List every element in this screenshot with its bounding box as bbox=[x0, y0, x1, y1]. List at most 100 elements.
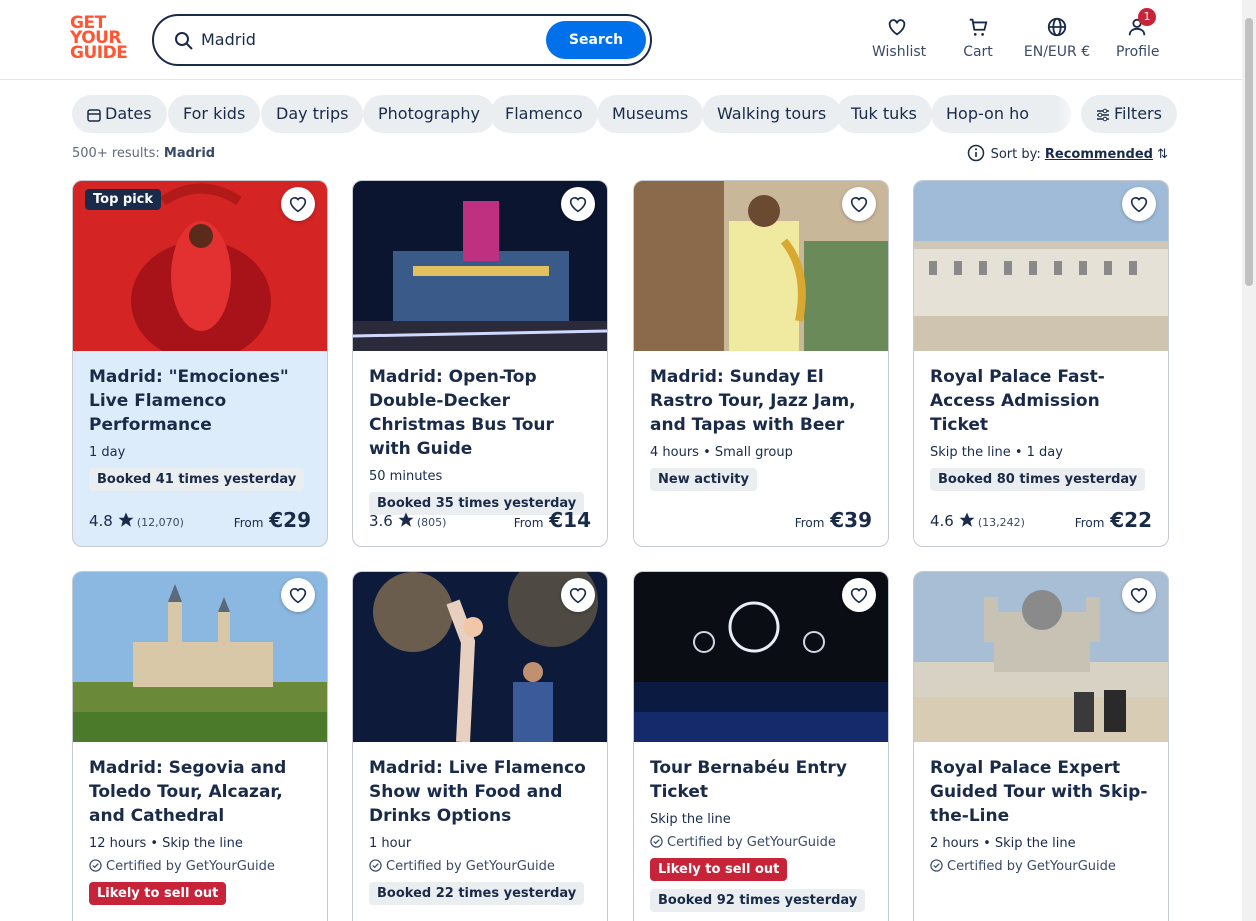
activity-title[interactable]: Madrid: "Emociones" Live Flamenco Perfor… bbox=[89, 365, 317, 437]
heart-icon bbox=[569, 588, 587, 604]
sort-control[interactable]: Sort by: Recommended ⇅ bbox=[967, 144, 1168, 162]
activity-card[interactable]: Madrid: Live Flamenco Show with Food and… bbox=[352, 571, 608, 921]
nav-cart-label: Cart bbox=[963, 44, 993, 60]
nav-language-currency[interactable]: EN/EUR € bbox=[1023, 16, 1091, 66]
wishlist-heart-button[interactable] bbox=[842, 187, 876, 221]
getyourguide-logo[interactable]: GET YOUR GUIDE bbox=[70, 15, 132, 66]
activity-title[interactable]: Royal Palace Expert Guided Tour with Ski… bbox=[930, 756, 1158, 828]
certified-label: Certified by GetYourGuide bbox=[89, 859, 317, 874]
chip-dates[interactable]: Dates bbox=[72, 95, 167, 133]
wishlist-heart-button[interactable] bbox=[1122, 187, 1156, 221]
activity-image bbox=[634, 181, 888, 351]
activity-image bbox=[914, 181, 1168, 351]
chip-flamenco[interactable]: Flamenco bbox=[490, 95, 598, 133]
booked-count-pill: Booked 41 times yesterday bbox=[89, 468, 305, 491]
rating: 4.6 (13,242) bbox=[930, 511, 1025, 530]
rating: 3.6 (805) bbox=[369, 511, 446, 530]
heart-icon bbox=[850, 588, 868, 604]
activity-image bbox=[634, 572, 888, 742]
nav-profile-label: Profile bbox=[1116, 44, 1160, 60]
booked-count-pill: Booked 92 times yesterday bbox=[650, 889, 866, 912]
star-icon bbox=[398, 512, 414, 527]
header: GET YOUR GUIDE Madrid Search Wishlist Ca… bbox=[0, 0, 1256, 80]
activity-title[interactable]: Royal Palace Fast-Access Admission Ticke… bbox=[930, 365, 1158, 437]
activity-title[interactable]: Madrid: Live Flamenco Show with Food and… bbox=[369, 756, 597, 828]
activity-card[interactable]: Tour Bernabéu Entry Ticket Skip the line… bbox=[633, 571, 889, 921]
review-count: (805) bbox=[416, 516, 447, 529]
price-from-label: From bbox=[1074, 516, 1105, 530]
activity-title[interactable]: Madrid: Sunday El Rastro Tour, Jazz Jam,… bbox=[650, 365, 878, 437]
review-count: (13,242) bbox=[977, 516, 1025, 529]
activity-card[interactable]: Top pick Madrid: "Emociones" Live Flamen… bbox=[72, 180, 328, 547]
filter-icon bbox=[1097, 108, 1109, 122]
activity-card[interactable]: Madrid: Open-Top Double-Decker Christmas… bbox=[352, 180, 608, 547]
heart-icon bbox=[888, 19, 906, 36]
activity-image bbox=[914, 572, 1168, 742]
activity-title[interactable]: Tour Bernabéu Entry Ticket bbox=[650, 756, 878, 804]
filters-button[interactable]: Filters bbox=[1081, 95, 1177, 133]
wishlist-heart-button[interactable] bbox=[842, 578, 876, 612]
page-scrollbar[interactable] bbox=[1242, 0, 1256, 921]
activity-card[interactable]: Royal Palace Expert Guided Tour with Ski… bbox=[913, 571, 1169, 921]
activity-image bbox=[353, 181, 607, 351]
activity-card[interactable]: Madrid: Segovia and Toledo Tour, Alcazar… bbox=[72, 571, 328, 921]
cart-icon bbox=[969, 18, 988, 36]
chip-label: Flamenco bbox=[505, 104, 583, 123]
wishlist-heart-button[interactable] bbox=[561, 578, 595, 612]
chip-walking-tours[interactable]: Walking tours bbox=[702, 95, 842, 133]
booked-count-pill: Booked 80 times yesterday bbox=[930, 468, 1146, 491]
certified-text: Certified by GetYourGuide bbox=[386, 859, 555, 874]
certified-label: Certified by GetYourGuide bbox=[930, 859, 1158, 874]
calendar-icon bbox=[87, 109, 101, 122]
wishlist-heart-button[interactable] bbox=[561, 187, 595, 221]
activity-meta: 1 hour bbox=[369, 836, 412, 851]
price: From €22 bbox=[1075, 508, 1152, 532]
chip-label: Day trips bbox=[276, 104, 349, 123]
results-query: Madrid bbox=[163, 146, 216, 161]
wishlist-heart-button[interactable] bbox=[1122, 578, 1156, 612]
activity-card[interactable]: Madrid: Sunday El Rastro Tour, Jazz Jam,… bbox=[633, 180, 889, 547]
certified-check-icon bbox=[930, 859, 943, 872]
scrollbar-thumb[interactable] bbox=[1245, 18, 1253, 286]
category-chips: Dates For kids Day trips Photography Fla… bbox=[72, 95, 1177, 133]
activity-meta: Skip the line bbox=[650, 812, 731, 827]
rating-value: 3.6 bbox=[369, 512, 393, 530]
nav-profile[interactable]: 1 Profile bbox=[1116, 8, 1160, 66]
wishlist-heart-button[interactable] bbox=[281, 187, 315, 221]
rating: 4.8 (12,070) bbox=[89, 511, 184, 530]
search-button[interactable]: Search bbox=[546, 21, 646, 59]
search-input[interactable]: Madrid bbox=[201, 30, 256, 49]
chip-photography[interactable]: Photography bbox=[363, 95, 495, 133]
nav-wishlist[interactable]: Wishlist bbox=[872, 16, 926, 66]
activity-title[interactable]: Madrid: Segovia and Toledo Tour, Alcazar… bbox=[89, 756, 317, 828]
top-pick-badge: Top pick bbox=[85, 189, 162, 210]
chip-day-trips[interactable]: Day trips bbox=[261, 95, 364, 133]
price-from-label: From bbox=[233, 516, 264, 530]
wishlist-heart-button[interactable] bbox=[281, 578, 315, 612]
chip-hop-on-hop-off[interactable]: Hop-on ho bbox=[931, 95, 1071, 133]
activity-image: Top pick bbox=[73, 181, 327, 351]
search-bar[interactable]: Madrid Search bbox=[152, 14, 652, 66]
likely-to-sell-out-pill: Likely to sell out bbox=[650, 858, 788, 881]
chip-museums[interactable]: Museums bbox=[597, 95, 704, 133]
sort-value[interactable]: Recommended bbox=[1045, 147, 1153, 162]
chip-label: For kids bbox=[183, 104, 246, 123]
heart-icon bbox=[850, 197, 868, 213]
price-value: €14 bbox=[549, 508, 591, 532]
activity-card[interactable]: Royal Palace Fast-Access Admission Ticke… bbox=[913, 180, 1169, 547]
price-value: €39 bbox=[830, 508, 872, 532]
activity-title[interactable]: Madrid: Open-Top Double-Decker Christmas… bbox=[369, 365, 597, 461]
chip-tuk-tuks[interactable]: Tuk tuks bbox=[836, 95, 932, 133]
review-count: (12,070) bbox=[136, 516, 184, 529]
rating-value: 4.6 bbox=[930, 512, 954, 530]
booked-count-pill: Booked 22 times yesterday bbox=[369, 882, 585, 905]
info-icon bbox=[967, 144, 984, 162]
price-from-label: From bbox=[794, 516, 825, 530]
nav-cart[interactable]: Cart bbox=[958, 16, 998, 66]
certified-check-icon bbox=[89, 859, 102, 872]
profile-notification-badge: 1 bbox=[1138, 8, 1156, 26]
price-from-label: From bbox=[513, 516, 544, 530]
sort-label: Sort by: bbox=[990, 147, 1041, 162]
star-icon bbox=[959, 512, 975, 527]
chip-for-kids[interactable]: For kids bbox=[168, 95, 261, 133]
